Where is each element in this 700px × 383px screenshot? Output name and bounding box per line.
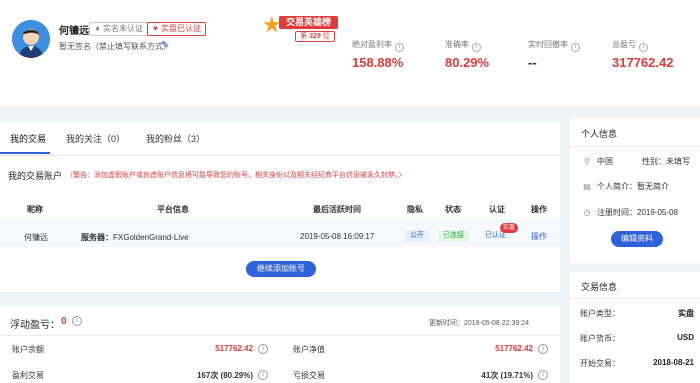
stat-value: 80.29%: [445, 55, 490, 70]
start-date-label: 开始交易：: [580, 359, 620, 368]
stat-total-pnl: 总盈亏 i 317762.42: [612, 39, 673, 70]
username: 何镛远: [59, 26, 89, 37]
profit-trades-label: 盈利交易: [12, 371, 44, 380]
add-account-button[interactable]: 继续添加账号: [246, 261, 316, 277]
profile-header: 何镛远 ♦ 实名未认证 ♥ 实盘已认证 暂无签名（禁止填写联系方式） ✎ ★ 交易英…: [0, 0, 700, 106]
register-value: 注册时间：2019-05-08: [597, 208, 678, 217]
user-avatar[interactable]: [12, 20, 50, 58]
divider: [570, 298, 700, 299]
row-platform: 服务器：FXGoldenGrand-Live: [81, 232, 189, 243]
personal-info-card: 个人信息 ⚲ 中国 性别：未填写 ▤ 个人简介：暂无简介 ◷ 注册时间：2019-05…: [570, 118, 700, 263]
stat-label: 实时回撤率: [528, 40, 568, 49]
stat-label: 总盈亏: [612, 40, 636, 49]
location-pin-icon: ⚲: [584, 157, 590, 166]
tab-following[interactable]: 我的关注（0）: [66, 132, 125, 145]
firm-badge-label: 实盘已认证: [161, 24, 201, 33]
realname-badge: ♦ 实名未认证: [89, 22, 148, 36]
info-icon[interactable]: i: [538, 370, 548, 380]
account-section-title: 我的交易账户: [8, 171, 63, 181]
hero-title: 交易英雄榜: [279, 16, 339, 29]
tab-my-trades[interactable]: 我的交易: [10, 132, 46, 145]
loss-trades-label: 亏损交易: [293, 371, 325, 380]
account-warning: （警告：添加虚假账户或伪造账户信息将可能导致您的账号，相关身份以及相关经纪商平台…: [66, 172, 406, 179]
col-platform: 平台信息: [157, 205, 189, 214]
stat-value: --: [528, 55, 537, 70]
stat-label: 准确率: [445, 40, 469, 49]
col-action: 操作: [531, 205, 547, 214]
start-date-value: 2018-08-21: [653, 358, 694, 367]
balance-value: 517762.42: [215, 344, 253, 353]
stat-label: 绝对盈利率: [352, 40, 392, 49]
info-icon[interactable]: i: [258, 370, 268, 380]
realname-badge-label: 实名未认证: [103, 24, 143, 33]
clock-icon: ◷: [583, 208, 591, 217]
currency-value: USD: [677, 333, 694, 342]
floating-pnl-card: 浮动盈亏： 0 i 更新时间：2019-05-08 22:39:24 账户余额 …: [0, 306, 560, 383]
update-time: 更新时间：2019-05-08 22:39:24: [429, 320, 529, 327]
server-name: FXGoldenGrand-Live: [113, 233, 189, 242]
real-account-tag: 实盘: [500, 223, 519, 233]
tab-followers[interactable]: 我的粉丝（3）: [146, 132, 205, 145]
divider: [570, 146, 700, 147]
divider: [0, 335, 560, 336]
location-row: ⚲ 中国: [582, 156, 613, 167]
verified-icon: ♥: [153, 24, 158, 33]
stat-absolute-return: 绝对盈利率 i 158.88%: [352, 39, 404, 70]
info-icon[interactable]: i: [639, 43, 648, 52]
row-action-link[interactable]: 操作: [531, 231, 547, 242]
floating-pnl-title: 浮动盈亏：: [10, 320, 60, 331]
edit-pencil-icon[interactable]: ✎: [161, 40, 169, 51]
col-status: 状态: [445, 205, 461, 214]
id-card-icon: ▤: [583, 182, 591, 191]
rank-prefix: 第: [300, 33, 307, 40]
stat-value: 317762.42: [612, 55, 674, 70]
shield-icon: ♦: [95, 24, 100, 33]
active-tab-indicator: [0, 152, 50, 154]
my-trades-card: 我的交易 我的关注（0） 我的粉丝（3） 我的交易账户 （警告：添加虚假账户或伪…: [0, 122, 560, 292]
tab-bar: 我的交易 我的关注（0） 我的粉丝（3）: [0, 122, 560, 156]
loss-trades-value: 41次 (19.71%): [481, 371, 533, 380]
stat-accuracy: 准确率 i 80.29%: [445, 39, 489, 70]
trade-info-card: 交易信息 账户类型： 实盘 账户货币： USD 开始交易： 2018-08-21: [570, 272, 700, 383]
balance-label: 账户余额: [12, 345, 44, 354]
intro-row: ▤ 个人简介：暂无简介: [582, 181, 669, 192]
stat-value: 158.88%: [352, 55, 404, 70]
stat-drawdown: 实时回撤率 i --: [528, 39, 580, 70]
col-auth: 认证: [489, 205, 505, 214]
gender-row: 性别：未填写: [642, 157, 690, 166]
firm-verified-badge: ♥ 实盘已认证: [147, 22, 206, 36]
rank-suffix: 位: [322, 33, 330, 40]
floating-pnl-value: 0: [61, 316, 67, 327]
row-nickname: 何镛远: [24, 233, 48, 242]
intro-value: 个人简介：暂无简介: [597, 182, 669, 191]
col-nickname: 昵称: [27, 205, 43, 214]
profit-trades-value: 167次 (80.29%): [196, 371, 253, 380]
status-badge: 已连接: [438, 230, 469, 242]
currency-label: 账户货币：: [580, 334, 620, 343]
equity-value: 517762.42: [495, 344, 533, 353]
equity-label: 账户净值: [293, 345, 325, 354]
personal-info-title: 个人信息: [581, 129, 618, 139]
trading-hero-rank[interactable]: ★ 交易英雄榜 第 329 位: [262, 14, 360, 44]
info-icon[interactable]: i: [258, 344, 268, 354]
account-type-label: 账户类型：: [580, 309, 620, 318]
info-icon[interactable]: i: [571, 43, 580, 52]
info-icon[interactable]: i: [472, 43, 481, 52]
info-icon[interactable]: i: [538, 344, 548, 354]
info-icon[interactable]: i: [72, 316, 82, 326]
col-last-active: 最后活跃时间: [313, 205, 361, 214]
rank-value: 329: [308, 33, 321, 40]
privacy-badge: 公开: [405, 230, 429, 242]
register-row: ◷ 注册时间：2019-05-08: [582, 207, 678, 218]
location-value: 中国: [597, 157, 613, 166]
trade-info-title: 交易信息: [581, 282, 618, 292]
server-label: 服务器：: [81, 233, 113, 242]
hero-rank: 第 329 位: [295, 31, 335, 42]
col-privacy: 隐私: [407, 205, 423, 214]
row-last-active: 2019-05-08 16:09:17: [300, 232, 375, 241]
account-type-value: 实盘: [678, 309, 694, 318]
signature-text: 暂无签名（禁止填写联系方式）: [59, 42, 171, 51]
info-icon[interactable]: i: [395, 43, 404, 52]
edit-profile-button[interactable]: 编辑资料: [611, 231, 663, 247]
